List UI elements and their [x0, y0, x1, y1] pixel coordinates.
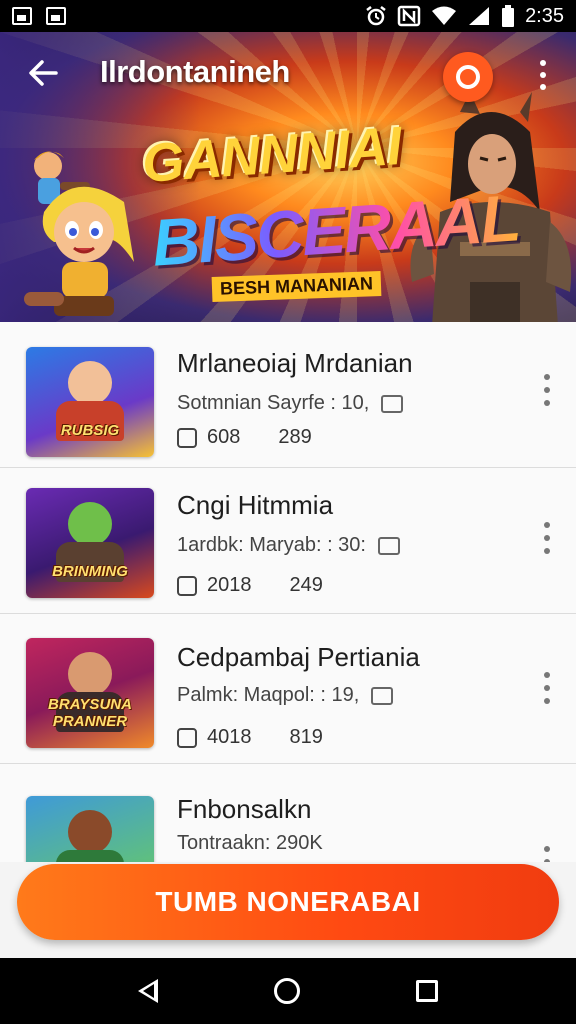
- image-icon: [377, 536, 400, 555]
- top-app-bar: Ilrdontanineh: [0, 32, 576, 114]
- thumb-character: [68, 502, 112, 546]
- system-nav-bar: [0, 958, 576, 1024]
- item-title: Mrlaneoiaj Mrdanian: [177, 348, 413, 378]
- stat-value: 4018: [207, 726, 252, 748]
- alarm-icon: [366, 6, 386, 26]
- hero-banner[interactable]: Ilrdontanineh GANNNIAI BISCERAAL BISCERA…: [0, 32, 576, 322]
- stat-value: 2018: [207, 574, 252, 596]
- item-title: Cedpambaj Pertiania: [177, 642, 420, 672]
- item-stats: 2018 249: [177, 574, 323, 597]
- share-icon: [177, 727, 197, 748]
- game-thumbnail[interactable]: BRINMING: [26, 488, 154, 598]
- list-item[interactable]: BRINMING Cngi Hitmmia 1ardbk: Maryab: : …: [0, 468, 576, 614]
- image-icon: [370, 686, 393, 705]
- thumb-label: BRINMING: [52, 563, 128, 580]
- image-icon: [12, 7, 32, 25]
- item-title: Fnbonsalkn: [177, 794, 312, 824]
- thumb-character: [68, 810, 112, 854]
- stat-value: 249: [289, 574, 323, 596]
- wifi-icon: [432, 6, 457, 25]
- stat-value: 819: [289, 726, 323, 748]
- image-icon: [380, 394, 403, 413]
- item-stats: 4018 819: [177, 726, 323, 749]
- primary-cta-button[interactable]: TUMB NONERABAI: [17, 864, 559, 940]
- more-vertical-icon[interactable]: [536, 60, 550, 90]
- status-time: 2:35: [525, 4, 564, 27]
- list-item[interactable]: BRAYSUNA PRANNER Cedpambaj Pertiania Pal…: [0, 618, 576, 764]
- nav-recent-icon[interactable]: [416, 980, 438, 1002]
- more-vertical-icon[interactable]: [540, 846, 554, 862]
- thumb-character-body: [56, 850, 124, 862]
- nfc-icon: [397, 5, 421, 27]
- list-item[interactable]: RUBSIG Mrlaneoiaj Mrdanian Sotmnian Sayr…: [0, 322, 576, 468]
- game-thumbnail[interactable]: BRAYSUNA PRANNER: [26, 638, 154, 748]
- page-title: Ilrdontanineh: [100, 54, 290, 89]
- thumb-character: [68, 361, 112, 405]
- item-meta-text: Palmk: Maqpol: : 19,: [177, 684, 360, 706]
- image-icon: [46, 7, 66, 25]
- game-thumbnail[interactable]: RUBSIG: [26, 347, 154, 457]
- brand-logo-icon[interactable]: [443, 52, 493, 102]
- signal-icon: [469, 7, 490, 25]
- thumb-label: RUBSIG: [60, 422, 120, 439]
- stat-value: 289: [278, 426, 312, 448]
- battery-icon: [502, 5, 515, 27]
- more-vertical-icon[interactable]: [540, 522, 554, 554]
- share-icon: [177, 575, 197, 596]
- item-meta: Sotmnian Sayrfe : 10,: [177, 392, 403, 415]
- thumb-character: [68, 652, 112, 696]
- share-icon: [177, 427, 197, 448]
- list-item[interactable]: Fnbonsalkn Tontraakn: 290K: [0, 768, 576, 862]
- item-meta-text: Sotmnian Sayrfe : 10,: [177, 392, 370, 414]
- item-meta: 1ardbk: Maryab: : 30:: [177, 534, 400, 557]
- item-meta: Palmk: Maqpol: : 19,: [177, 684, 393, 707]
- stat-value: 608: [207, 426, 241, 448]
- more-vertical-icon[interactable]: [540, 672, 554, 704]
- hero-character-left: [24, 186, 134, 316]
- game-list: RUBSIG Mrlaneoiaj Mrdanian Sotmnian Sayr…: [0, 322, 576, 862]
- arrow-left-icon[interactable]: [26, 56, 60, 90]
- thumb-label: BRAYSUNA PRANNER: [48, 696, 132, 730]
- item-meta-text: Tontraakn: 290K: [177, 832, 323, 854]
- status-bar: 2:35: [0, 0, 576, 32]
- item-meta: Tontraakn: 290K: [177, 832, 323, 855]
- item-meta-text: 1ardbk: Maryab: : 30:: [177, 534, 366, 556]
- game-thumbnail[interactable]: [26, 796, 154, 862]
- item-title: Cngi Hitmmia: [177, 490, 334, 520]
- nav-back-icon[interactable]: [138, 979, 158, 1003]
- nav-home-icon[interactable]: [274, 978, 300, 1004]
- item-stats: 608 289: [177, 426, 312, 449]
- more-vertical-icon[interactable]: [540, 374, 554, 406]
